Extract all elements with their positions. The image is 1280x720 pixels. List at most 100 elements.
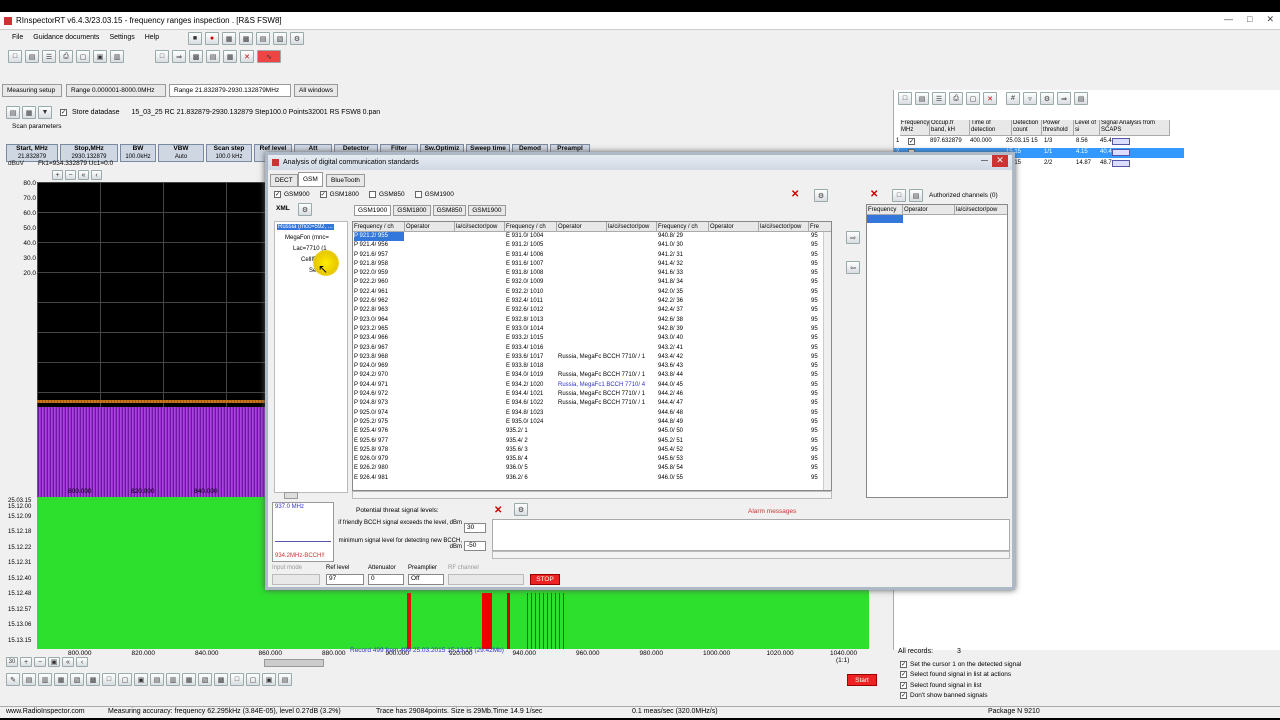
- bt-icon-14[interactable]: ▩: [214, 673, 228, 686]
- dlg-tab-dect[interactable]: DECT: [270, 174, 298, 187]
- bt-icon-13[interactable]: ▧: [198, 673, 212, 686]
- delete-icon[interactable]: ✕: [240, 50, 254, 63]
- scan-param-4[interactable]: Scan step 100.0 kHz: [206, 144, 252, 162]
- move-right-icon[interactable]: ⇨: [846, 231, 860, 244]
- close-icon[interactable]: ✕: [1266, 14, 1274, 25]
- checkbox-icon[interactable]: ✓: [319, 191, 327, 198]
- option-checkbox[interactable]: ✓: [900, 681, 907, 689]
- db-icon-c[interactable]: ▼: [38, 106, 52, 119]
- auth-selected-row[interactable]: [867, 215, 903, 223]
- stop-button[interactable]: STOP: [530, 574, 560, 585]
- start-button[interactable]: Start: [847, 674, 877, 686]
- bt-icon-2[interactable]: ▤: [22, 673, 36, 686]
- menu-settings[interactable]: Settings: [109, 34, 134, 46]
- signal-row[interactable]: 1 ✓ 897.632879 400.000 25.03.15 15 1/3 8.56 45.…: [894, 137, 1184, 147]
- dlg-delete-icon[interactable]: ✕: [791, 189, 799, 200]
- auth-column-header[interactable]: Frequency: [867, 205, 903, 215]
- column-header[interactable]: la/ci/sector/pow: [607, 222, 657, 232]
- scan-param-2[interactable]: BW 100.0kHz: [120, 144, 156, 162]
- dialog-close-icon[interactable]: ✕: [992, 155, 1008, 167]
- sig-delete-icon[interactable]: ✕: [983, 92, 997, 105]
- maximize-icon[interactable]: □: [1247, 14, 1252, 25]
- table-row[interactable]: P 921.4/ 956 E 931.2/ 1005 941.0/ 30 95: [353, 241, 823, 250]
- auth-open-icon[interactable]: □: [892, 189, 906, 202]
- db-icon-a[interactable]: ▤: [6, 106, 20, 119]
- db-icon[interactable]: ▦: [223, 50, 237, 63]
- table-row[interactable]: P 922.2/ 960 E 932.0/ 1009 941.8/ 34 95: [353, 278, 823, 287]
- subtab-2[interactable]: GSM850: [432, 205, 467, 216]
- column-header[interactable]: Frequency / ch: [505, 222, 557, 232]
- signal-option-0[interactable]: ✓ Set the cursor 1 on the detected signal: [900, 659, 1021, 670]
- table-row[interactable]: E 926.0/ 979 935.8/ 4 945.6/ 53 95: [353, 455, 823, 464]
- back-icon-2[interactable]: ‹: [76, 657, 88, 667]
- bt-icon-6[interactable]: ▩: [86, 673, 100, 686]
- table-row[interactable]: P 924.6/ 972 E 934.4/ 1021 Russia, MegaFc …: [353, 390, 823, 399]
- print-icon[interactable]: ⎙: [59, 50, 73, 63]
- stop-icon[interactable]: ■: [188, 32, 202, 45]
- bt-icon-11[interactable]: ▥: [166, 673, 180, 686]
- bt-icon-9[interactable]: ▣: [134, 673, 148, 686]
- table-row[interactable]: P 923.2/ 965 E 933.0/ 1014 942.8/ 39 95: [353, 325, 823, 334]
- signals-column-header[interactable]: Detection count: [1012, 120, 1042, 136]
- checkbox-icon[interactable]: ✓: [274, 191, 281, 198]
- table-row[interactable]: P 925.2/ 975 E 935.0/ 1024 944.8/ 49 95: [353, 418, 823, 427]
- bt-icon-1[interactable]: ✎: [6, 673, 20, 686]
- subtab-3[interactable]: GSM1900: [468, 205, 506, 216]
- photo-icon[interactable]: ▩: [189, 50, 203, 63]
- table-row[interactable]: E 925.6/ 977 935.4/ 2 945.2/ 51 95: [353, 437, 823, 446]
- table-row[interactable]: P 924.0/ 969 E 933.8/ 1018 943.6/ 43 95: [353, 362, 823, 371]
- gsm-check-1[interactable]: ✓ GSM1800: [319, 191, 359, 198]
- table-row[interactable]: E 925.8/ 978 935.6/ 3 945.4/ 52 95: [353, 446, 823, 455]
- sig-open-icon[interactable]: □: [898, 92, 912, 105]
- rewind-icon[interactable]: «: [78, 170, 89, 180]
- move-left-icon[interactable]: ⇦: [846, 261, 860, 274]
- signal-analysis-icon[interactable]: [1112, 160, 1130, 167]
- table-row[interactable]: P 924.8/ 973 E 934.6/ 1022 Russia, MegaFc …: [353, 399, 823, 408]
- subtab-1[interactable]: GSM1800: [393, 205, 431, 216]
- store-db-checkbox[interactable]: ✓: [60, 109, 67, 116]
- bt-icon-10[interactable]: ▤: [150, 673, 164, 686]
- bt-icon-12[interactable]: ▦: [182, 673, 196, 686]
- table-row[interactable]: P 923.6/ 967 E 933.4/ 1016 943.2/ 41 95: [353, 344, 823, 353]
- tab-range-selected[interactable]: Range 21.832879-2930.132879MHz: [169, 84, 291, 97]
- camera-icon[interactable]: ▩: [239, 32, 253, 45]
- sig-doc-icon[interactable]: ▢: [966, 92, 980, 105]
- signals-column-header[interactable]: Signal Analysis from SCAPS: [1100, 120, 1170, 136]
- folder-icon[interactable]: □: [155, 50, 169, 63]
- sig-save-icon[interactable]: ▤: [915, 92, 929, 105]
- rf-channel-select[interactable]: [448, 574, 524, 585]
- attenuator-select[interactable]: 0: [368, 574, 404, 585]
- auth-delete-icon[interactable]: ✕: [870, 189, 878, 200]
- dialog-minimize-icon[interactable]: —: [981, 157, 988, 164]
- tab-all-windows[interactable]: All windows: [294, 84, 338, 97]
- signal-analysis-icon[interactable]: [1112, 138, 1130, 145]
- bt-icon-8[interactable]: ▢: [118, 673, 132, 686]
- column-header[interactable]: Operator: [405, 222, 455, 232]
- tab-range-full[interactable]: Range 0.000001-8000.0MHz: [66, 84, 166, 97]
- checkbox-icon[interactable]: [414, 191, 422, 198]
- alarm-hscroll[interactable]: [492, 551, 1010, 559]
- signal-option-1[interactable]: ✓ Select found signal in list at actions: [900, 670, 1021, 681]
- table-row[interactable]: P 922.0/ 959 E 931.8/ 1008 941.6/ 33 95: [353, 269, 823, 278]
- menu-guidance[interactable]: Guidance documents: [33, 34, 99, 46]
- back-icon[interactable]: ‹: [91, 170, 102, 180]
- tree-scroll[interactable]: [284, 492, 298, 499]
- sig-print-icon[interactable]: ⎙: [949, 92, 963, 105]
- bt-icon-4[interactable]: ▦: [54, 673, 68, 686]
- table-row[interactable]: P 924.4/ 971 E 934.2/ 1020 Russia, MegaFc1…: [353, 381, 823, 390]
- dlg-tab-gsm[interactable]: GSM: [298, 172, 323, 187]
- checkbox-icon[interactable]: [368, 191, 376, 198]
- table-row[interactable]: P 921.6/ 957 E 931.4/ 1006 941.2/ 31 95: [353, 251, 823, 260]
- table-row[interactable]: P 924.2/ 970 E 934.0/ 1019 Russia, MegaFc …: [353, 371, 823, 380]
- table-row[interactable]: P 921.2/ 955 E 931.0/ 1004 940.8/ 29 95: [353, 232, 823, 242]
- record-icon[interactable]: ●: [205, 32, 219, 45]
- image-icon[interactable]: ▣: [93, 50, 107, 63]
- table-hscroll[interactable]: [352, 491, 832, 499]
- alarm-settings-icon[interactable]: ⚙: [514, 503, 528, 516]
- bt-icon-18[interactable]: ▤: [278, 673, 292, 686]
- table-icon[interactable]: ▧: [273, 32, 287, 45]
- bt-icon-16[interactable]: ▢: [246, 673, 260, 686]
- signals-column-header[interactable]: Level of si: [1074, 120, 1100, 136]
- signal-checkbox[interactable]: ✓: [908, 138, 915, 145]
- column-header[interactable]: Fre: [809, 222, 831, 232]
